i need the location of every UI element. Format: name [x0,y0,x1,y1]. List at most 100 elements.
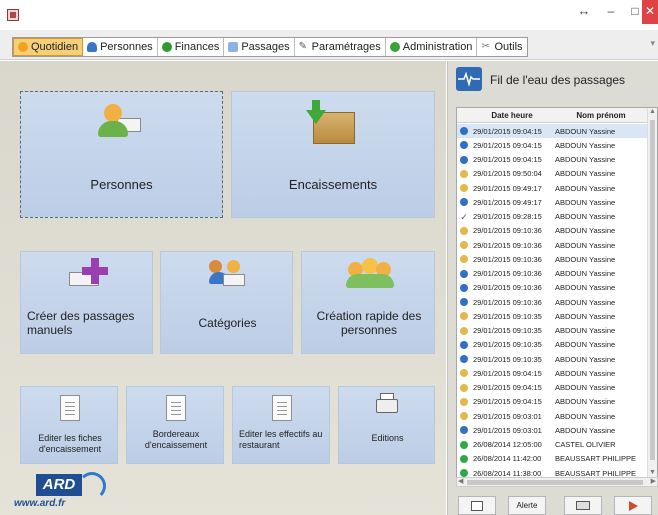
yellow-status-icon [460,397,468,406]
table-row[interactable]: 29/01/2015 09:10:35 ABDOUN Yassine [457,338,649,352]
table-row[interactable]: 26/08/2014 12:05:00 CASTEL OLIVIER [457,438,649,452]
alerte-label: Alerte [516,501,538,510]
tab-passages[interactable]: Passages [224,38,295,56]
arrow-stem-icon [312,100,320,110]
table-row[interactable]: 29/01/2015 09:04:15 ABDOUN Yassine [457,153,649,167]
table-row[interactable]: 29/01/2015 09:49:17 ABDOUN Yassine [457,181,649,195]
chevron-right-icon[interactable]: ▶ [651,477,656,485]
table-row[interactable]: 29/01/2015 09:04:15 ABDOUN Yassine [457,124,649,139]
personnes-tile[interactable]: Personnes [20,91,223,218]
chevron-down-icon[interactable]: ▾ [650,38,655,49]
close-button[interactable]: ✕ [642,0,658,24]
tab-finances[interactable]: Finances [158,38,225,56]
tile-label: Création rapide des personnes [316,309,422,337]
row-date: 29/01/2015 09:04:15 [473,155,542,165]
table-row[interactable]: ✓ 29/01/2015 09:28:15 ABDOUN Yassine [457,210,649,224]
table-row[interactable]: 29/01/2015 09:03:01 ABDOUN Yassine [457,409,649,423]
categories-tile[interactable]: Catégories [160,251,293,354]
table-row[interactable]: 29/01/2015 09:10:36 ABDOUN Yassine [457,267,649,281]
table-row[interactable]: 29/01/2015 09:10:35 ABDOUN Yassine [457,309,649,323]
table-row[interactable]: 29/01/2015 09:10:35 ABDOUN Yassine [457,352,649,366]
green-status-icon [460,454,468,463]
tab-label: Finances [174,41,220,53]
exit-arrow-icon [628,500,638,511]
chevron-down-icon[interactable]: ▼ [649,469,656,476]
tab-administration[interactable]: Administration [386,38,478,56]
scroll-thumb[interactable] [650,120,655,460]
column-header-name[interactable]: Nom prénom [553,108,649,122]
table-row[interactable]: 29/01/2015 09:10:36 ABDOUN Yassine [457,252,649,266]
minimize-button[interactable]: – [598,0,624,24]
row-date: 29/01/2015 09:10:36 [473,297,542,307]
editer-fiches-tile[interactable]: Editer les fiches d'encaissement [20,386,118,464]
encaissements-tile[interactable]: Encaissements [231,91,435,218]
table-row[interactable]: 29/01/2015 09:04:15 ABDOUN Yassine [457,395,649,409]
yellow-status-icon [460,241,468,250]
check-icon: ✓ [460,211,468,222]
money-icon [161,42,172,52]
chevron-up-icon[interactable]: ▲ [649,108,656,115]
tile-label: Bordereaux d'encaissement [144,429,208,450]
tab-personnes[interactable]: Personnes [83,38,158,56]
print-button[interactable] [564,496,602,515]
row-name: ABDOUN Yassine [555,397,616,407]
row-date: 29/01/2015 09:03:01 [473,425,542,435]
table-row[interactable]: 29/01/2015 09:49:17 ABDOUN Yassine [457,195,649,209]
chevron-left-icon[interactable]: ◀ [458,477,463,485]
row-name: ABDOUN Yassine [555,354,616,364]
alerte-button[interactable]: Alerte [508,496,546,515]
logo-text: ARD [36,474,82,496]
scroll-thumb[interactable] [467,480,643,485]
table-row[interactable]: 29/01/2015 09:03:01 ABDOUN Yassine [457,423,649,437]
row-date: 29/01/2015 09:10:36 [473,269,542,279]
card-icon [223,274,245,286]
admin-icon [389,42,400,52]
passages-panel: Fil de l'eau des passages Date heure Nom… [447,61,658,515]
editions-tile[interactable]: Editions [338,386,435,464]
horizontal-scrollbar[interactable]: ◀ ▶ [456,477,658,487]
row-date: 29/01/2015 09:04:15 [473,368,542,378]
table-row[interactable]: 29/01/2015 09:04:15 ABDOUN Yassine [457,366,649,380]
table-row[interactable]: 29/01/2015 09:10:35 ABDOUN Yassine [457,324,649,338]
tab-outils[interactable]: ✂ Outils [477,38,526,56]
row-date: 26/08/2014 11:42:00 [473,454,542,464]
table-row[interactable]: 29/01/2015 09:10:36 ABDOUN Yassine [457,224,649,238]
blue-status-icon [460,269,468,278]
row-date: 29/01/2015 09:10:36 [473,240,542,250]
table-row[interactable]: 29/01/2015 09:50:04 ABDOUN Yassine [457,167,649,181]
row-date: 29/01/2015 09:04:15 [473,126,542,136]
row-name: ABDOUN Yassine [555,383,616,393]
yellow-status-icon [460,412,468,421]
tile-label: Personnes [90,177,153,192]
row-date: 29/01/2015 09:10:36 [473,254,542,264]
copy-button[interactable] [458,496,496,515]
tab-parametrages[interactable]: ✎ Paramétrages [295,38,386,56]
row-name: ABDOUN Yassine [555,311,616,321]
table-row[interactable]: 29/01/2015 09:10:36 ABDOUN Yassine [457,281,649,295]
restore-icon[interactable]: ↔ [571,0,597,24]
row-name: BEAUSSART PHILIPPE [555,454,637,464]
row-date: 29/01/2015 09:03:01 [473,411,542,421]
creation-rapide-tile[interactable]: Création rapide des personnes [301,251,435,354]
bordereaux-tile[interactable]: Bordereaux d'encaissement [126,386,224,464]
yellow-status-icon [460,255,468,264]
creer-passages-tile[interactable]: Créer des passages manuels [20,251,153,354]
green-status-icon [460,469,468,478]
row-name: ABDOUN Yassine [555,240,616,250]
row-name: ABDOUN Yassine [555,254,616,264]
exit-button[interactable] [614,496,652,515]
tab-bar: Quotidien Personnes Finances Passages ✎ … [0,30,658,60]
vertical-scrollbar[interactable]: ▲ ▼ [647,108,657,486]
tab-label: Personnes [100,41,153,53]
table-row[interactable]: 29/01/2015 09:10:36 ABDOUN Yassine [457,295,649,309]
editer-effectifs-tile[interactable]: Editer les effectifs au restaurant [232,386,330,464]
green-status-icon [460,440,468,449]
table-row[interactable]: 26/08/2014 11:42:00 BEAUSSART PHILIPPE [457,452,649,466]
table-row[interactable]: 29/01/2015 09:04:15 ABDOUN Yassine [457,138,649,152]
table-row[interactable]: 29/01/2015 09:04:15 ABDOUN Yassine [457,381,649,395]
tab-quotidien[interactable]: Quotidien [13,38,84,56]
grid-rows: 29/01/2015 09:04:15 ABDOUN Yassine 29/01/2… [457,124,649,480]
table-row[interactable]: 29/01/2015 09:10:36 ABDOUN Yassine [457,238,649,252]
column-header-date[interactable]: Date heure [471,108,553,122]
tools-icon: ✂ [481,41,490,52]
